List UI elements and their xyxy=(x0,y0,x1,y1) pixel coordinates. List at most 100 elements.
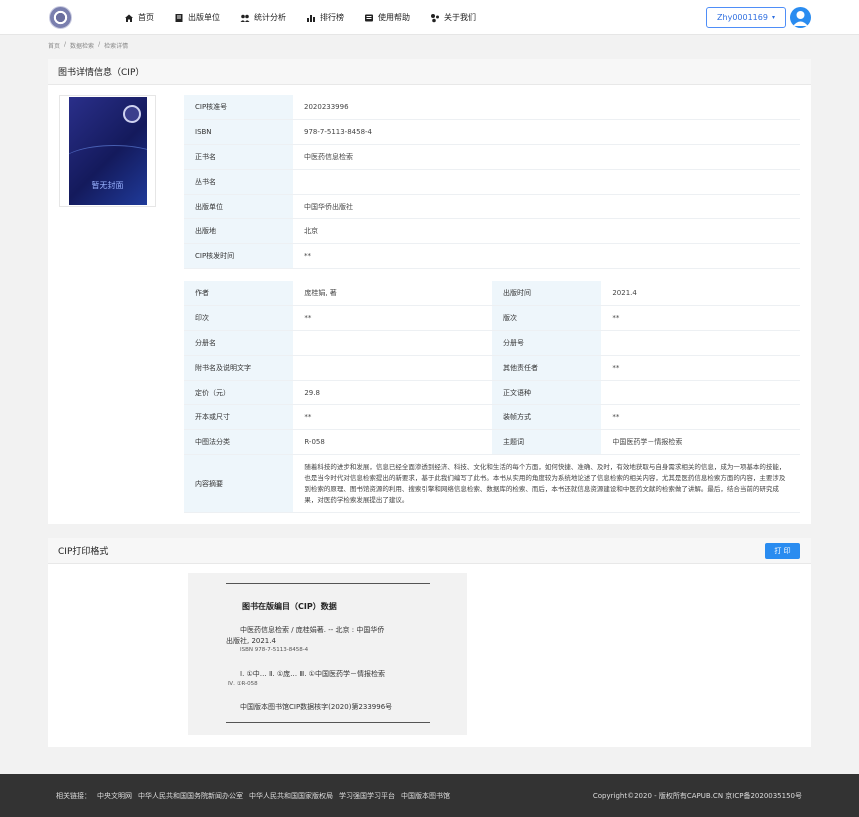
table-row: 出版单位 中国华侨出版社 xyxy=(184,194,800,220)
nav-home[interactable]: 首页 xyxy=(124,0,154,35)
cip-line-6: 中国版本图书馆CIP数据核字(2020)第233996号 xyxy=(240,703,393,711)
nav-ranking[interactable]: 排行榜 xyxy=(306,0,344,35)
language-label: 正文语种 xyxy=(491,380,602,406)
chevron-down-icon: ▾ xyxy=(771,14,775,21)
pub-date-value: 2021.4 xyxy=(601,281,800,307)
footer-links-label: 相关链接： xyxy=(56,792,91,800)
isbn-value: 978-7-5113-8458-4 xyxy=(293,119,800,146)
table-row: 开本或尺寸 ** 装帧方式 ** xyxy=(184,404,800,431)
nav-ranking-label: 排行榜 xyxy=(320,13,344,22)
subtitle-label: 附书名及说明文字 xyxy=(184,355,294,381)
detail-panel-title: 图书详情信息（CIP） xyxy=(48,59,811,85)
price-label: 定价（元） xyxy=(184,380,294,406)
book-icon xyxy=(174,13,184,23)
table-row: ISBN 978-7-5113-8458-4 xyxy=(184,119,800,146)
format-label: 开本或尺寸 xyxy=(184,404,294,431)
other-authors-value: ** xyxy=(601,355,800,381)
footer-link[interactable]: 中华人民共和国国家版权局 xyxy=(249,791,333,801)
other-authors-label: 其他责任者 xyxy=(491,355,602,381)
about-icon xyxy=(430,13,440,23)
footer-link[interactable]: 中央文明网 xyxy=(97,791,132,801)
footer: 相关链接： 中央文明网 中华人民共和国国务院新闻办公室 中华人民共和国国家版权局… xyxy=(0,774,859,817)
author-label: 作者 xyxy=(184,281,294,307)
breadcrumb-current: 检索详情 xyxy=(104,43,129,50)
format-value: ** xyxy=(293,404,492,431)
subtitle-value xyxy=(293,355,492,381)
volume-name-value xyxy=(293,330,492,356)
breadcrumb-home[interactable]: 首页 xyxy=(48,41,60,50)
isbn-label: ISBN xyxy=(184,119,293,146)
impression-label: 印次 xyxy=(184,305,294,332)
footer-link[interactable]: 中华人民共和国国务院新闻办公室 xyxy=(138,791,243,801)
stats-icon xyxy=(240,13,250,23)
user-avatar-icon xyxy=(793,11,808,26)
place-value: 北京 xyxy=(293,218,800,245)
book-cover-frame: 暂无封面 xyxy=(59,95,156,207)
ranking-icon xyxy=(306,13,316,23)
price-value: 29.8 xyxy=(293,380,492,406)
table-row: 印次 ** 版次 ** xyxy=(184,305,800,332)
cip-card-title: 图书在版编目（CIP）数据 xyxy=(242,602,337,611)
book-detail-panel: 图书详情信息（CIP） 暂无封面 CIP核准号 2020233996 ISBN 97… xyxy=(48,59,811,524)
divider xyxy=(226,722,430,723)
impression-value: ** xyxy=(293,305,492,332)
table-row: 内容摘要 随着科技的进步和发展，信息已经全面渗透到经济、科技、文化和生活的每个方面… xyxy=(184,454,800,514)
avatar[interactable] xyxy=(790,7,811,28)
nav-help-label: 使用帮助 xyxy=(378,13,410,22)
home-icon xyxy=(124,13,134,23)
table-row: 分册名 分册号 xyxy=(184,330,800,356)
table-row: 作者 庞桂娟, 著出版时间 2021.4 xyxy=(184,281,800,307)
table-row: CIP核发时间 ** xyxy=(184,243,800,270)
breadcrumb-separator: / xyxy=(98,41,101,48)
book-cover-image: 暂无封面 xyxy=(68,97,147,205)
subject-value: 中国医药学－情报检索 xyxy=(601,429,800,456)
series-value xyxy=(293,169,800,195)
cip-line-4: Ⅰ. ①中… Ⅱ. ①庞… Ⅲ. ①中国医药学－情报检索 xyxy=(240,670,385,678)
table-row: 附书名及说明文字 其他责任者 ** xyxy=(184,355,800,381)
classification-value: R-058 xyxy=(293,429,492,456)
nav-help[interactable]: 使用帮助 xyxy=(364,0,410,35)
cip-line-2: 出版社, 2021.4 xyxy=(226,637,276,645)
edition-label: 版次 xyxy=(491,305,602,332)
cip-line-5: Ⅳ. ①R-058 xyxy=(228,681,258,687)
breadcrumb-separator: / xyxy=(64,41,67,48)
language-value xyxy=(601,380,800,406)
cip-date-label: CIP核发时间 xyxy=(184,243,293,270)
user-menu-button[interactable]: Zhy0001169 ▾ xyxy=(706,7,786,28)
edition-value: ** xyxy=(601,305,800,332)
nav-about[interactable]: 关于我们 xyxy=(430,0,476,35)
top-navbar: 首页 出版单位 统计分析 排行榜 使用帮助 关于我们 Zhy0001169 ▾ xyxy=(0,0,859,35)
breadcrumb: 首页 / 数据检索 / 检索详情 xyxy=(48,41,128,50)
nav-publishers[interactable]: 出版单位 xyxy=(174,0,220,35)
volume-name-label: 分册名 xyxy=(184,330,294,356)
footer-link[interactable]: 中国版本图书馆 xyxy=(401,791,450,801)
cover-placeholder-text: 暂无封面 xyxy=(91,181,124,190)
author-value: 庞桂娟, 著 xyxy=(293,281,492,307)
table-row: 正书名 中医药信息检索 xyxy=(184,144,800,170)
site-logo[interactable] xyxy=(49,6,72,29)
table-row: CIP核准号 2020233996 xyxy=(184,95,800,121)
abstract-text: 随着科技的进步和发展，信息已经全面渗透到经济、科技、文化和生活的每个方面，如何快… xyxy=(293,454,800,514)
table-row: 定价（元） 29.8 正文语种 xyxy=(184,380,800,406)
binding-label: 装帧方式 xyxy=(491,404,602,431)
breadcrumb-search[interactable]: 数据检索 xyxy=(70,41,94,50)
footer-link[interactable]: 学习强国学习平台 xyxy=(339,791,395,801)
volume-number-label: 分册号 xyxy=(491,330,602,356)
footer-copyright: Copyright©2020 - 版权所有CAPUB.CN 京ICP备20200… xyxy=(592,792,802,800)
nav-stats[interactable]: 统计分析 xyxy=(240,0,286,35)
cip-line-3: ISBN 978-7-5113-8458-4 xyxy=(240,647,309,653)
abstract-label: 内容摘要 xyxy=(184,454,294,514)
cip-print-preview: 图书在版编目（CIP）数据 中医药信息检索 / 庞桂娟著. -- 北京 : 中国… xyxy=(188,573,467,735)
extended-info-table: 作者 庞桂娟, 著出版时间 2021.4 印次 ** 版次 ** 分册名 分册号 附书名及说… xyxy=(184,281,800,514)
nav-stats-label: 统计分析 xyxy=(254,13,286,22)
subject-label: 主题词 xyxy=(491,429,602,456)
table-row: 中图法分类 R-058 主题词 中国医药学－情报检索 xyxy=(184,429,800,456)
print-button[interactable]: 打 印 xyxy=(765,543,800,559)
volume-number-value xyxy=(601,330,800,356)
table-row: 出版地 北京 xyxy=(184,218,800,245)
binding-value: ** xyxy=(601,404,800,431)
cip-panel-title: CIP打印格式 xyxy=(48,538,811,564)
help-icon xyxy=(364,13,374,23)
main-nav: 首页 出版单位 统计分析 排行榜 使用帮助 关于我们 xyxy=(124,0,496,35)
table-row: 丛书名 xyxy=(184,169,800,195)
